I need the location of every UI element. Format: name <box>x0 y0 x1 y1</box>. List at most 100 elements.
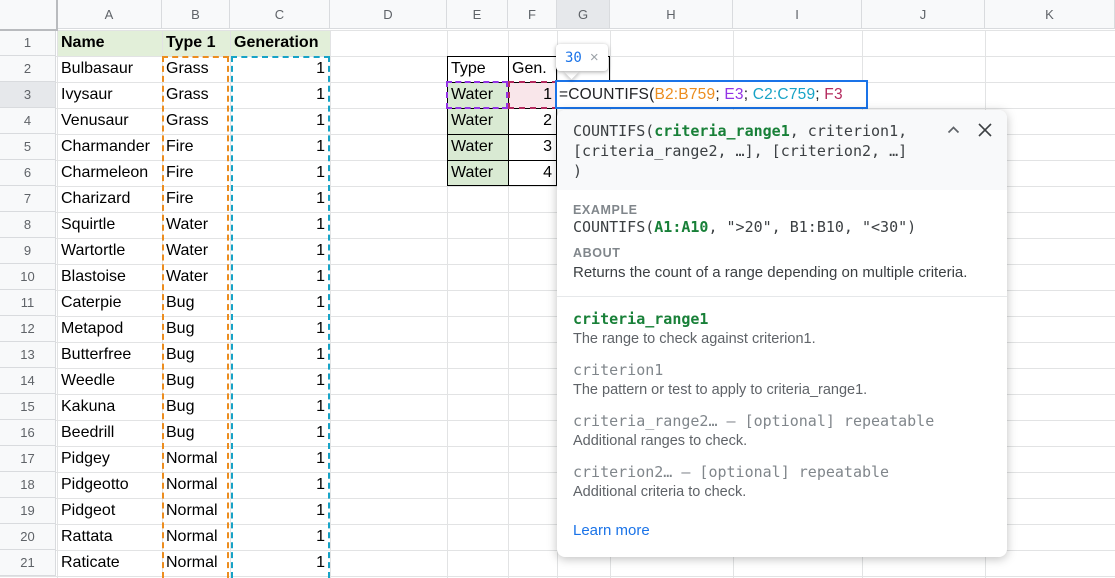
lookup-type-cell[interactable]: Water <box>447 134 508 160</box>
main-table-header[interactable]: Name <box>57 30 162 56</box>
type-cell[interactable]: Normal <box>162 498 230 524</box>
row-header-2[interactable]: 2 <box>0 56 56 82</box>
lookup-type-cell[interactable]: Water <box>447 160 508 186</box>
pokemon-name-cell[interactable]: Metapod <box>57 316 162 342</box>
type-cell[interactable]: Water <box>162 238 230 264</box>
generation-cell[interactable]: 1 <box>230 316 330 342</box>
pokemon-name-cell[interactable]: Bulbasaur <box>57 56 162 82</box>
select-all-corner[interactable] <box>0 0 58 31</box>
generation-cell[interactable]: 1 <box>230 134 330 160</box>
generation-cell[interactable]: 1 <box>230 160 330 186</box>
column-header-B[interactable]: B <box>162 0 230 29</box>
type-cell[interactable]: Bug <box>162 342 230 368</box>
type-cell[interactable]: Fire <box>162 160 230 186</box>
pokemon-name-cell[interactable]: Butterfree <box>57 342 162 368</box>
row-header-11[interactable]: 11 <box>0 290 56 316</box>
row-header-14[interactable]: 14 <box>0 368 56 394</box>
lookup-type-cell[interactable]: Water <box>447 82 508 108</box>
row-header-8[interactable]: 8 <box>0 212 56 238</box>
main-table-header[interactable]: Generation <box>230 30 330 56</box>
pokemon-name-cell[interactable]: Caterpie <box>57 290 162 316</box>
column-header-H[interactable]: H <box>610 0 733 29</box>
pokemon-name-cell[interactable]: Raticate <box>57 550 162 576</box>
generation-cell[interactable]: 1 <box>230 186 330 212</box>
row-header-19[interactable]: 19 <box>0 498 56 524</box>
type-cell[interactable]: Water <box>162 264 230 290</box>
pokemon-name-cell[interactable]: Weedle <box>57 368 162 394</box>
row-header-20[interactable]: 20 <box>0 524 56 550</box>
row-header-4[interactable]: 4 <box>0 108 56 134</box>
generation-cell[interactable]: 1 <box>230 472 330 498</box>
pokemon-name-cell[interactable]: Charmander <box>57 134 162 160</box>
lookup-gen-cell[interactable]: 3 <box>508 134 557 160</box>
lookup-gen-cell[interactable]: 1 <box>508 82 557 108</box>
type-cell[interactable]: Normal <box>162 472 230 498</box>
collapse-chevron-icon[interactable] <box>946 123 961 138</box>
generation-cell[interactable]: 1 <box>230 290 330 316</box>
row-header-1[interactable]: 1 <box>0 30 56 56</box>
row-header-15[interactable]: 15 <box>0 394 56 420</box>
dismiss-preview-icon[interactable]: × <box>590 50 599 65</box>
type-cell[interactable]: Grass <box>162 56 230 82</box>
row-header-7[interactable]: 7 <box>0 186 56 212</box>
column-header-A[interactable]: A <box>57 0 162 29</box>
column-header-I[interactable]: I <box>733 0 862 29</box>
row-header-21[interactable]: 21 <box>0 550 56 576</box>
generation-cell[interactable]: 1 <box>230 82 330 108</box>
pokemon-name-cell[interactable]: Kakuna <box>57 394 162 420</box>
row-header-5[interactable]: 5 <box>0 134 56 160</box>
type-cell[interactable]: Normal <box>162 550 230 576</box>
type-cell[interactable]: Fire <box>162 134 230 160</box>
generation-cell[interactable]: 1 <box>230 498 330 524</box>
type-cell[interactable]: Bug <box>162 420 230 446</box>
generation-cell[interactable]: 1 <box>230 524 330 550</box>
column-header-E[interactable]: E <box>447 0 508 29</box>
column-header-G[interactable]: G <box>557 0 610 29</box>
column-header-C[interactable]: C <box>230 0 330 29</box>
generation-cell[interactable]: 1 <box>230 212 330 238</box>
type-cell[interactable]: Grass <box>162 108 230 134</box>
row-header-3[interactable]: 3 <box>0 82 56 108</box>
close-icon[interactable] <box>977 122 993 138</box>
column-header-J[interactable]: J <box>862 0 985 29</box>
column-header-F[interactable]: F <box>508 0 557 29</box>
pokemon-name-cell[interactable]: Squirtle <box>57 212 162 238</box>
lookup-header[interactable]: Gen. <box>508 56 557 82</box>
generation-cell[interactable]: 1 <box>230 108 330 134</box>
generation-cell[interactable]: 1 <box>230 264 330 290</box>
pokemon-name-cell[interactable]: Beedrill <box>57 420 162 446</box>
type-cell[interactable]: Fire <box>162 186 230 212</box>
generation-cell[interactable]: 1 <box>230 56 330 82</box>
generation-cell[interactable]: 1 <box>230 420 330 446</box>
row-header-6[interactable]: 6 <box>0 160 56 186</box>
column-header-D[interactable]: D <box>330 0 447 29</box>
pokemon-name-cell[interactable]: Pidgeotto <box>57 472 162 498</box>
formula-input[interactable]: =COUNTIFS(B2:B759; E3; C2:C759; F3 <box>555 80 868 109</box>
column-header-K[interactable]: K <box>985 0 1115 29</box>
pokemon-name-cell[interactable]: Charizard <box>57 186 162 212</box>
lookup-gen-cell[interactable]: 4 <box>508 160 557 186</box>
pokemon-name-cell[interactable]: Blastoise <box>57 264 162 290</box>
type-cell[interactable]: Bug <box>162 368 230 394</box>
lookup-type-cell[interactable]: Water <box>447 108 508 134</box>
generation-cell[interactable]: 1 <box>230 238 330 264</box>
lookup-gen-cell[interactable]: 2 <box>508 108 557 134</box>
learn-more-link[interactable]: Learn more <box>573 522 650 539</box>
main-table-header[interactable]: Type 1 <box>162 30 230 56</box>
row-header-10[interactable]: 10 <box>0 264 56 290</box>
type-cell[interactable]: Grass <box>162 82 230 108</box>
type-cell[interactable]: Water <box>162 212 230 238</box>
type-cell[interactable]: Normal <box>162 446 230 472</box>
row-header-13[interactable]: 13 <box>0 342 56 368</box>
row-header-17[interactable]: 17 <box>0 446 56 472</box>
pokemon-name-cell[interactable]: Charmeleon <box>57 160 162 186</box>
lookup-header[interactable]: Type <box>447 56 508 82</box>
pokemon-name-cell[interactable]: Pidgeot <box>57 498 162 524</box>
generation-cell[interactable]: 1 <box>230 368 330 394</box>
type-cell[interactable]: Normal <box>162 524 230 550</box>
row-header-12[interactable]: 12 <box>0 316 56 342</box>
row-header-18[interactable]: 18 <box>0 472 56 498</box>
row-header-9[interactable]: 9 <box>0 238 56 264</box>
pokemon-name-cell[interactable]: Venusaur <box>57 108 162 134</box>
pokemon-name-cell[interactable]: Ivysaur <box>57 82 162 108</box>
